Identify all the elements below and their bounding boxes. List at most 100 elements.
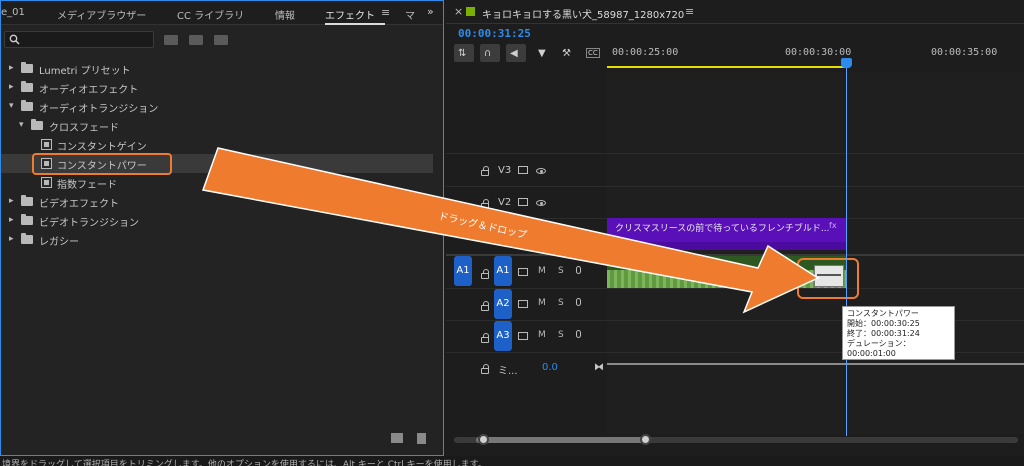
playhead-line[interactable] bbox=[846, 66, 847, 436]
scrollbar-thumb[interactable] bbox=[476, 437, 644, 443]
film-icon[interactable] bbox=[518, 268, 528, 276]
mute-button[interactable]: M bbox=[538, 330, 546, 340]
more-tabs-icon[interactable]: » bbox=[427, 5, 434, 18]
track-divider bbox=[446, 288, 1024, 289]
lock-icon[interactable] bbox=[481, 364, 489, 374]
timeline-panel: × キョロキョロする黒い犬_58987_1280x720 ≡ 00:00:31:… bbox=[446, 0, 1024, 456]
folder-icon bbox=[31, 119, 43, 130]
tree-item-constant-gain[interactable]: コンスタントゲイン bbox=[1, 135, 433, 154]
new-bin-icon[interactable] bbox=[391, 433, 403, 443]
lock-icon[interactable] bbox=[481, 333, 489, 343]
tab-cc-libraries[interactable]: CC ライブラリ bbox=[177, 7, 244, 22]
source-patch-a1[interactable]: A1 bbox=[454, 256, 472, 286]
tree-item-legacy[interactable]: ▸ レガシー bbox=[1, 230, 433, 249]
ruler-label: 00:00:35:00 bbox=[931, 47, 998, 58]
chevron-right-icon[interactable]: ▸ bbox=[9, 234, 14, 244]
playhead-timecode[interactable]: 00:00:31:25 bbox=[458, 27, 531, 40]
work-area-bar[interactable] bbox=[607, 66, 847, 68]
film-icon[interactable] bbox=[518, 300, 528, 308]
tab-project[interactable]: e_01 bbox=[1, 7, 25, 18]
eye-icon[interactable] bbox=[536, 200, 546, 206]
marker-icon[interactable]: ▼ bbox=[538, 48, 546, 59]
scrollbar-right-handle[interactable] bbox=[640, 434, 651, 445]
lock-icon[interactable] bbox=[481, 301, 489, 311]
selection-highlight-box bbox=[32, 153, 172, 175]
wrench-icon[interactable]: ⚒ bbox=[562, 48, 571, 59]
sequence-title[interactable]: キョロキョロする黒い犬_58987_1280x720 bbox=[482, 6, 684, 21]
folder-icon bbox=[21, 100, 33, 111]
tab-markers[interactable]: マ bbox=[405, 7, 415, 22]
search-input[interactable] bbox=[25, 33, 150, 46]
track-area[interactable] bbox=[607, 72, 1024, 434]
mute-button[interactable]: M bbox=[538, 298, 546, 308]
tree-item-exponential-fade[interactable]: 指数フェード bbox=[1, 173, 433, 192]
sequence-menu-icon[interactable]: ≡ bbox=[685, 5, 694, 18]
tree-item-label: Lumetri プリセット bbox=[39, 66, 131, 77]
track-label-v3[interactable]: V3 bbox=[498, 165, 511, 176]
film-icon[interactable] bbox=[518, 332, 528, 340]
tree-item-audio-effects[interactable]: ▸ オーディオエフェクト bbox=[1, 78, 433, 97]
tree-item-audio-transitions[interactable]: ▾ オーディオトランジション bbox=[1, 97, 433, 116]
lock-icon[interactable] bbox=[481, 199, 489, 209]
folder-icon bbox=[21, 233, 33, 244]
ruler-label: 00:00:30:00 bbox=[785, 47, 852, 58]
video-clip[interactable]: クリスマスリースの前で待っているフレンチブルド... fx bbox=[607, 218, 846, 250]
tree-item-video-transitions[interactable]: ▸ ビデオトランジション bbox=[1, 211, 433, 230]
tab-effects[interactable]: エフェクト bbox=[325, 7, 375, 22]
chevron-right-icon[interactable]: ▸ bbox=[9, 215, 14, 225]
tree-item-video-effects[interactable]: ▸ ビデオエフェクト bbox=[1, 192, 433, 211]
accelerated-effects-filter-icon[interactable] bbox=[164, 35, 178, 45]
chevron-down-icon[interactable]: ▾ bbox=[19, 120, 24, 130]
track-target-a3[interactable]: A3 bbox=[494, 321, 512, 351]
track-label-v2[interactable]: V2 bbox=[498, 197, 511, 208]
mix-volume-value[interactable]: 0.0 bbox=[542, 362, 558, 373]
solo-button[interactable]: S bbox=[558, 330, 564, 340]
tab-media-browser[interactable]: メディアブラウザー bbox=[57, 7, 146, 22]
tree-item-label: オーディオトランジション bbox=[39, 104, 159, 115]
folder-icon bbox=[21, 81, 33, 92]
solo-button[interactable]: S bbox=[558, 298, 564, 308]
chevron-right-icon[interactable]: ▸ bbox=[9, 82, 14, 92]
track-divider bbox=[446, 153, 1024, 154]
playhead-handle[interactable] bbox=[841, 58, 852, 68]
tree-item-lumetri-presets[interactable]: ▸ Lumetri プリセット bbox=[1, 59, 433, 78]
panel-menu-icon[interactable]: ≡ bbox=[381, 6, 390, 19]
chevron-right-icon[interactable]: ▸ bbox=[9, 63, 14, 73]
microphone-icon[interactable] bbox=[576, 330, 581, 338]
mix-track-label: ミ... bbox=[498, 366, 518, 377]
transition-highlight-box bbox=[797, 258, 859, 299]
tooltip-start: 開始：00:00:30:25 bbox=[847, 319, 920, 328]
solo-button[interactable]: S bbox=[558, 266, 564, 276]
tree-item-label: 指数フェード bbox=[57, 180, 117, 191]
captions-icon[interactable]: CC bbox=[586, 48, 600, 58]
panel-tab-bar: e_01 メディアブラウザー CC ライブラリ 情報 エフェクト ≡ マ » bbox=[1, 1, 443, 25]
track-headers bbox=[446, 72, 607, 434]
lock-icon[interactable] bbox=[481, 166, 489, 176]
nest-icon: ⇅ bbox=[458, 48, 467, 59]
folder-icon bbox=[21, 62, 33, 73]
tab-info[interactable]: 情報 bbox=[275, 7, 295, 22]
lock-icon[interactable] bbox=[481, 269, 489, 279]
trash-icon[interactable] bbox=[417, 433, 426, 444]
film-icon[interactable] bbox=[518, 166, 528, 174]
track-target-a2[interactable]: A2 bbox=[494, 289, 512, 319]
32bit-effects-filter-icon[interactable] bbox=[189, 35, 203, 45]
track-divider bbox=[446, 186, 1024, 187]
ruler-label: 00:00:25:00 bbox=[612, 47, 679, 58]
eye-icon[interactable] bbox=[536, 168, 546, 174]
track-target-a1[interactable]: A1 bbox=[494, 256, 512, 286]
scrollbar-left-handle[interactable] bbox=[478, 434, 489, 445]
status-text: 境界をドラッグして選択項目をトリミングします。他のオプションを使用するには、Al… bbox=[2, 460, 487, 466]
chevron-down-icon[interactable]: ▾ bbox=[9, 101, 14, 111]
mute-button[interactable]: M bbox=[538, 266, 546, 276]
microphone-icon[interactable] bbox=[576, 298, 581, 306]
close-icon[interactable]: × bbox=[454, 5, 463, 18]
yuv-effects-filter-icon[interactable] bbox=[214, 35, 228, 45]
tree-item-crossfade[interactable]: ▾ クロスフェード bbox=[1, 116, 433, 135]
mix-end-icon[interactable]: ⧓ bbox=[594, 362, 604, 373]
microphone-icon[interactable] bbox=[576, 266, 581, 274]
chevron-right-icon[interactable]: ▸ bbox=[9, 196, 14, 206]
search-box[interactable] bbox=[4, 31, 154, 48]
fx-badge-icon: fx bbox=[829, 221, 837, 230]
film-icon[interactable] bbox=[518, 198, 528, 206]
